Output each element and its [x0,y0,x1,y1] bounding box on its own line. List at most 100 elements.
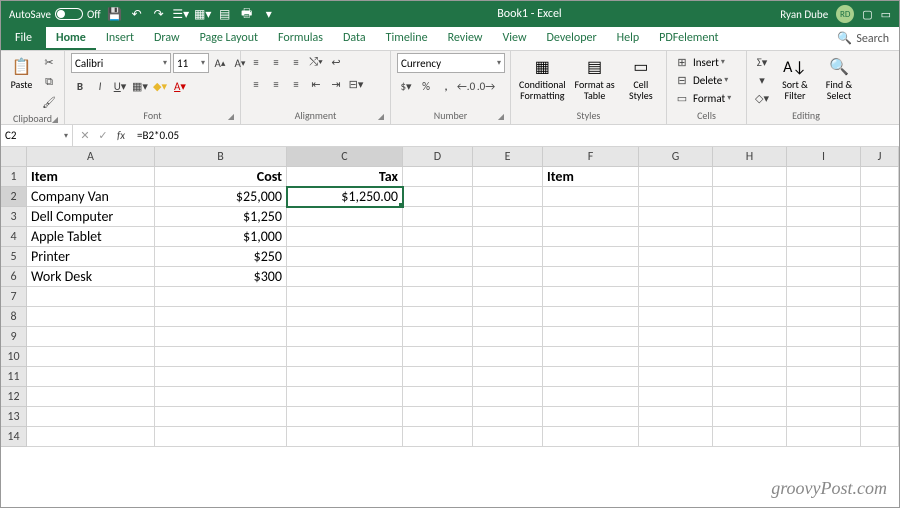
cell-B7[interactable] [155,287,287,307]
align-right-icon[interactable]: ≡ [287,75,305,93]
cell-F7[interactable] [543,287,639,307]
enter-formula-icon[interactable]: ✓ [95,129,111,142]
row-header[interactable]: 4 [1,227,27,247]
format-cells-button[interactable]: ▭Format▾ [673,89,731,107]
cell-A1[interactable]: Item [27,167,155,187]
increase-font-icon[interactable]: A▴ [211,54,229,72]
cell-J12[interactable] [861,387,899,407]
font-name-select[interactable]: Calibri▾ [71,53,171,73]
redo-icon[interactable]: ↷ [149,4,169,24]
cell-F1[interactable]: Item [543,167,639,187]
user-name[interactable]: Ryan Dube [780,8,828,21]
accounting-format-icon[interactable]: $▾ [397,77,415,95]
cell-C4[interactable] [287,227,403,247]
cell-F10[interactable] [543,347,639,367]
cell-D7[interactable] [403,287,473,307]
cut-icon[interactable]: ✂ [40,53,58,71]
bold-icon[interactable]: B [71,77,89,95]
cell-J3[interactable] [861,207,899,227]
cell-D12[interactable] [403,387,473,407]
increase-indent-icon[interactable]: ⇥ [327,75,345,93]
cell-H8[interactable] [713,307,787,327]
cell-C10[interactable] [287,347,403,367]
cell-E2[interactable] [473,187,543,207]
decrease-indent-icon[interactable]: ⇤ [307,75,325,93]
cell-D8[interactable] [403,307,473,327]
cell-D14[interactable] [403,427,473,447]
cell-C3[interactable] [287,207,403,227]
clipboard-launcher-icon[interactable]: ◢ [52,115,58,125]
comma-style-icon[interactable]: , [437,77,455,95]
cell-A4[interactable]: Apple Tablet [27,227,155,247]
cell-E4[interactable] [473,227,543,247]
format-painter-icon[interactable]: 🖌 [40,93,58,111]
col-header-i[interactable]: I [787,147,861,166]
cell-C11[interactable] [287,367,403,387]
cell-J6[interactable] [861,267,899,287]
row-header[interactable]: 13 [1,407,27,427]
align-bottom-icon[interactable]: ≡ [287,53,305,71]
tab-draw[interactable]: Draw [144,27,190,50]
col-header-b[interactable]: B [155,147,287,166]
col-header-j[interactable]: J [861,147,899,166]
fill-color-icon[interactable]: ◆▾ [151,77,169,95]
cell-H14[interactable] [713,427,787,447]
cell-C8[interactable] [287,307,403,327]
cell-D11[interactable] [403,367,473,387]
cell-H2[interactable] [713,187,787,207]
cell-H7[interactable] [713,287,787,307]
cell-E1[interactable] [473,167,543,187]
cell-A5[interactable]: Printer [27,247,155,267]
cell-G8[interactable] [639,307,713,327]
row-header[interactable]: 6 [1,267,27,287]
cell-A12[interactable] [27,387,155,407]
cell-E9[interactable] [473,327,543,347]
cell-E14[interactable] [473,427,543,447]
cell-G2[interactable] [639,187,713,207]
cell-A13[interactable] [27,407,155,427]
cell-I7[interactable] [787,287,861,307]
cell-I3[interactable] [787,207,861,227]
row-header[interactable]: 5 [1,247,27,267]
undo-icon[interactable]: ↶ [127,4,147,24]
cell-J14[interactable] [861,427,899,447]
col-header-a[interactable]: A [27,147,155,166]
align-middle-icon[interactable]: ≡ [267,53,285,71]
cell-J10[interactable] [861,347,899,367]
cell-A11[interactable] [27,367,155,387]
cell-I13[interactable] [787,407,861,427]
cell-G1[interactable] [639,167,713,187]
save-icon[interactable]: 💾 [105,4,125,24]
cell-G7[interactable] [639,287,713,307]
user-avatar[interactable]: RD [836,5,854,23]
cell-A9[interactable] [27,327,155,347]
cell-B2[interactable]: $25,000 [155,187,287,207]
cell-J1[interactable] [861,167,899,187]
cell-E11[interactable] [473,367,543,387]
cell-F11[interactable] [543,367,639,387]
row-header[interactable]: 2 [1,187,27,207]
row-header[interactable]: 1 [1,167,27,187]
cell-C1[interactable]: Tax [287,167,403,187]
cell-B4[interactable]: $1,000 [155,227,287,247]
cell-E3[interactable] [473,207,543,227]
col-header-f[interactable]: F [543,147,639,166]
cell-H13[interactable] [713,407,787,427]
cell-I4[interactable] [787,227,861,247]
font-launcher-icon[interactable]: ◢ [228,112,234,122]
tab-view[interactable]: View [492,27,536,50]
cell-A6[interactable]: Work Desk [27,267,155,287]
print-icon[interactable]: 🖶 [237,4,257,24]
row-header[interactable]: 11 [1,367,27,387]
cell-D3[interactable] [403,207,473,227]
col-header-g[interactable]: G [639,147,713,166]
font-size-select[interactable]: 11▾ [173,53,209,73]
cell-A10[interactable] [27,347,155,367]
cell-G13[interactable] [639,407,713,427]
cell-B14[interactable] [155,427,287,447]
cell-I11[interactable] [787,367,861,387]
autosave-toggle[interactable]: AutoSave Off [5,8,105,21]
window-controls-icon[interactable]: ▭ [881,8,891,21]
insert-cells-button[interactable]: ⊞Insert▾ [673,53,731,71]
touch-mode-icon[interactable]: ☰▾ [171,4,191,24]
